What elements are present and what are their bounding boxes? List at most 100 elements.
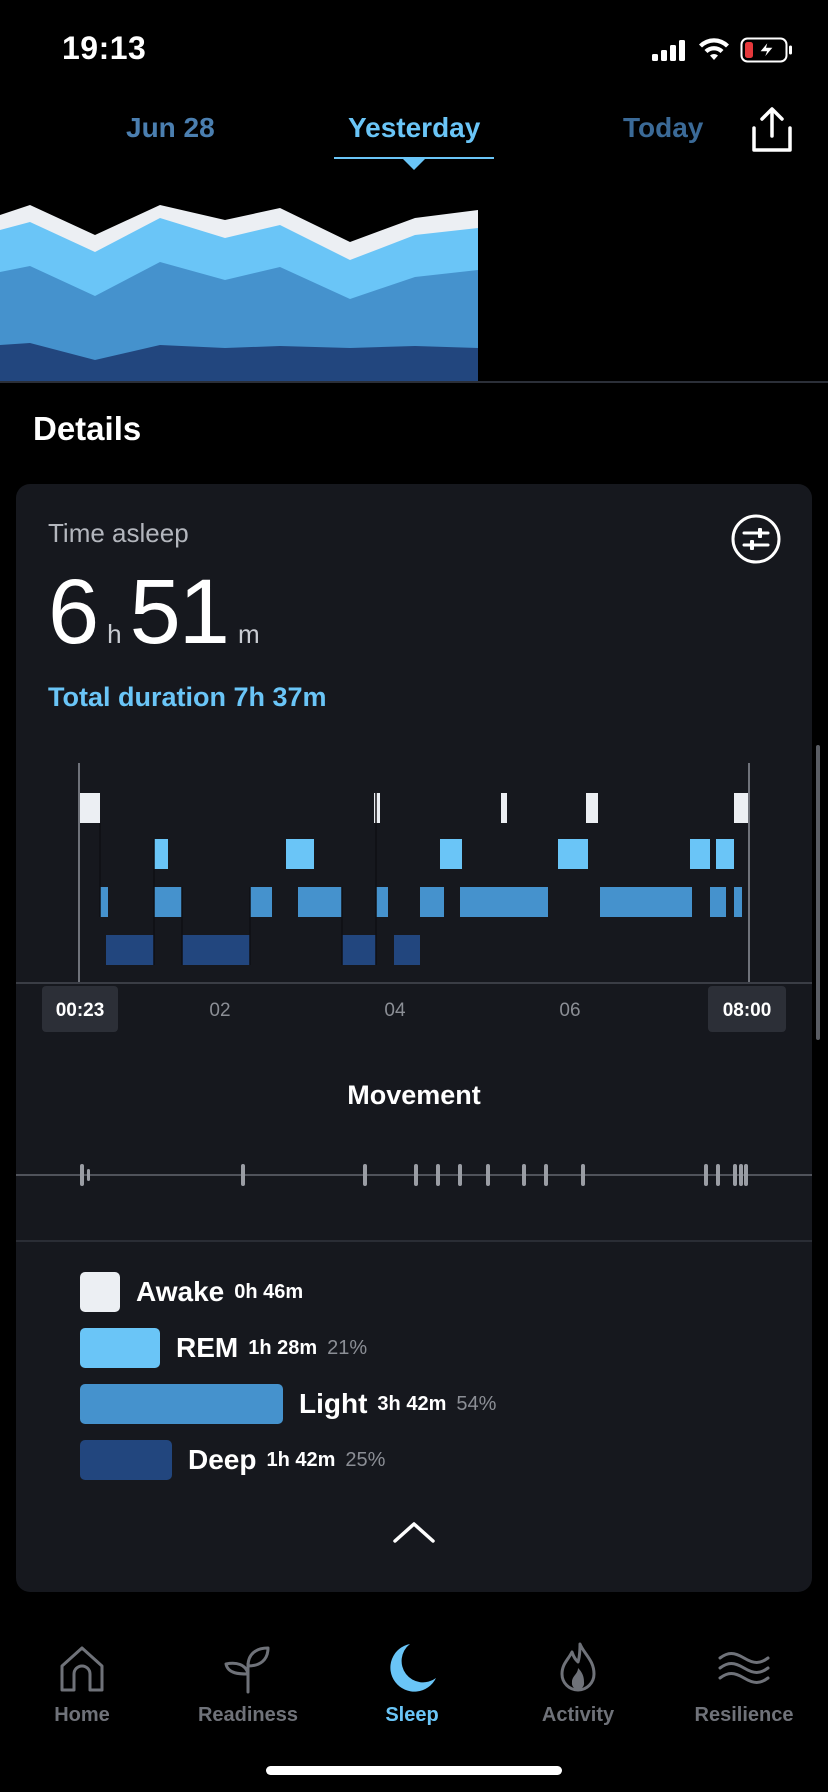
nav-home[interactable]: Home: [12, 1640, 152, 1727]
bottom-nav: Home Readiness Sleep Activity Resilience: [0, 1610, 828, 1792]
deep-segment: [106, 935, 154, 965]
movement-tick: [716, 1164, 720, 1186]
time-asleep-value: 6 h 51 m: [48, 560, 268, 663]
nav-label: Activity: [541, 1704, 615, 1726]
x-tick-start: 00:23: [56, 1000, 105, 1021]
movement-tick: [739, 1164, 743, 1186]
legend-name: Light: [299, 1388, 368, 1419]
moon-icon: [390, 1644, 436, 1692]
card-divider: [16, 1240, 812, 1242]
nav-resilience[interactable]: Resilience: [674, 1640, 814, 1727]
legend-duration: 1h 28m: [248, 1336, 318, 1359]
status-bar: 19:13: [0, 0, 828, 100]
light-segment: [100, 887, 108, 917]
date-nav: Jun 28 Yesterday Today: [0, 100, 828, 170]
nav-label: Resilience: [694, 1704, 794, 1726]
light-swatch: [80, 1384, 283, 1424]
movement-tick: [522, 1164, 526, 1186]
light-segment: [734, 887, 742, 917]
rem-segment: [154, 839, 168, 869]
active-tab-caret: [402, 158, 426, 170]
rem-segment: [440, 839, 462, 869]
flame-icon: [560, 1642, 596, 1692]
waves-icon: [718, 1652, 770, 1684]
movement-tick: [733, 1164, 737, 1186]
light-segment: [250, 887, 272, 917]
rem-segment: [558, 839, 588, 869]
awake-segment: [734, 793, 748, 823]
chevron-up-icon[interactable]: [392, 1520, 436, 1544]
sprout-icon: [224, 1646, 270, 1694]
minutes-unit: m: [237, 619, 260, 649]
awake-segment: [586, 793, 598, 823]
x-tick-02: 02: [209, 1000, 230, 1021]
overview-divider: [0, 381, 828, 383]
total-duration: Total duration 7h 37m: [48, 682, 327, 712]
wifi-icon: [699, 38, 729, 60]
rem-segment: [716, 839, 726, 869]
nav-label: Home: [54, 1704, 110, 1726]
movement-tick: [486, 1164, 490, 1186]
light-segment: [504, 887, 548, 917]
status-icons: [652, 34, 794, 66]
movement-tick: [544, 1164, 548, 1186]
legend-name: REM: [176, 1332, 239, 1363]
share-icon[interactable]: [746, 104, 798, 156]
nav-label: Sleep: [385, 1704, 439, 1726]
tab-jun-28[interactable]: Jun 28: [126, 112, 215, 144]
details-title: Details: [33, 410, 142, 447]
rem-segment: [690, 839, 710, 869]
movement-tick: [458, 1164, 462, 1186]
deep-segment: [394, 935, 420, 965]
home-indicator[interactable]: [266, 1766, 562, 1775]
light-segment: [298, 887, 342, 917]
minutes-value: 51: [129, 561, 230, 663]
deep-segment: [342, 935, 376, 965]
legend-name: Awake: [136, 1276, 225, 1307]
hours-unit: h: [107, 619, 122, 649]
movement-chart: [16, 1164, 812, 1186]
movement-tick: [87, 1169, 90, 1181]
movement-tick: [80, 1164, 84, 1186]
movement-tick: [581, 1164, 585, 1186]
deep-swatch: [80, 1440, 172, 1480]
tab-yesterday[interactable]: Yesterday: [348, 112, 480, 144]
movement-tick: [436, 1164, 440, 1186]
tab-today[interactable]: Today: [623, 112, 703, 144]
card-scrollbar[interactable]: [816, 745, 820, 1040]
light-segment: [154, 887, 182, 917]
rem-swatch: [80, 1328, 160, 1368]
movement-tick: [704, 1164, 708, 1186]
time-asleep-label: Time asleep: [48, 518, 189, 548]
rem-segment: [286, 839, 314, 869]
legend-duration: 1h 42m: [266, 1448, 336, 1471]
status-time: 19:13: [62, 30, 147, 66]
light-segment: [376, 887, 388, 917]
awake-segment: [374, 793, 380, 823]
legend-percent: 25%: [345, 1448, 386, 1471]
legend-awake: Awake 0h 46m: [80, 1272, 303, 1312]
legend-light: Light 3h 42m 54%: [80, 1384, 496, 1424]
light-segment: [710, 887, 726, 917]
home-icon: [60, 1646, 104, 1692]
light-segment: [460, 887, 510, 917]
movement-tick: [363, 1164, 367, 1186]
battery-charging-icon: [740, 37, 792, 63]
sleep-overview-chart[interactable]: [0, 200, 828, 383]
nav-readiness[interactable]: Readiness: [178, 1640, 318, 1727]
light-segment: [600, 887, 692, 917]
movement-tick: [414, 1164, 418, 1186]
hypnogram-chart[interactable]: 00:23 02 04 06 08:00: [16, 755, 812, 1035]
nav-sleep[interactable]: Sleep: [342, 1640, 482, 1727]
signal-icon: [652, 40, 685, 61]
hours-value: 6: [48, 561, 99, 663]
movement-tick: [744, 1164, 748, 1186]
movement-tick: [241, 1164, 245, 1186]
x-tick-04: 04: [384, 1000, 406, 1021]
legend-percent: 21%: [327, 1336, 368, 1359]
nav-activity[interactable]: Activity: [508, 1640, 648, 1727]
awake-segment: [501, 793, 507, 823]
sliders-icon[interactable]: [730, 513, 782, 565]
deep-segment: [182, 935, 250, 965]
legend-duration: 0h 46m: [234, 1280, 304, 1303]
